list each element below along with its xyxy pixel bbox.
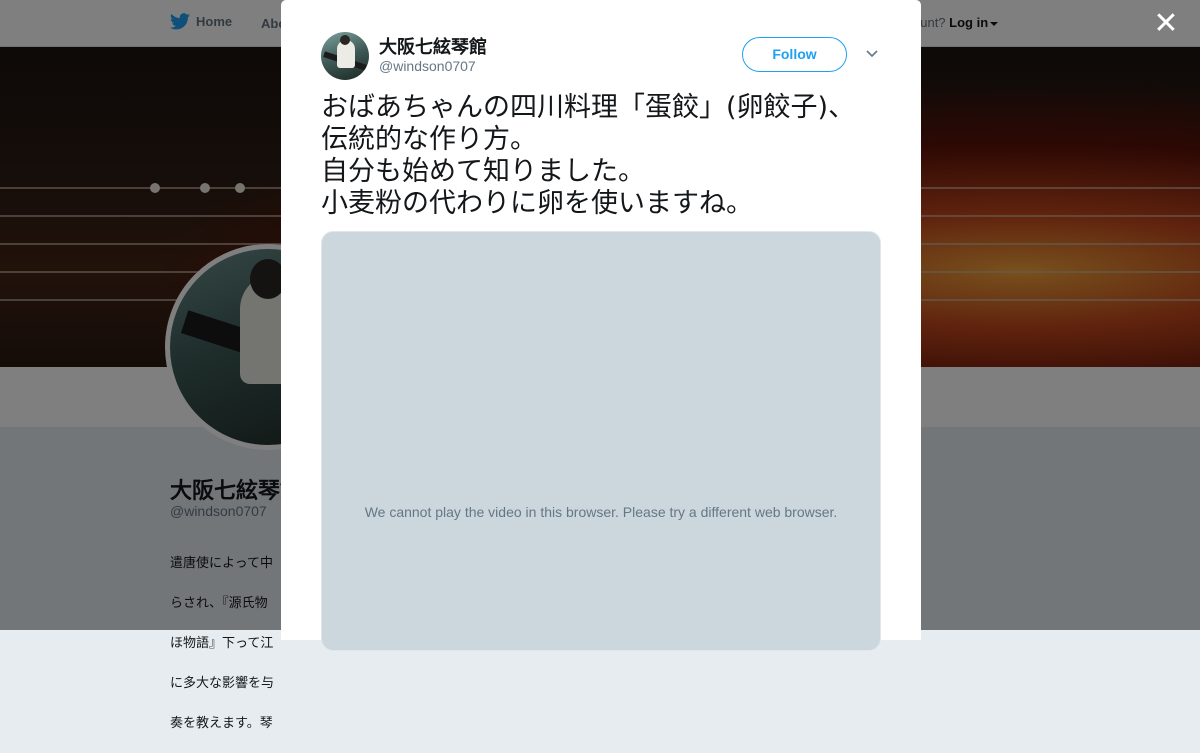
tweet-text-line: 伝統的な作り方。 [321, 124, 537, 155]
tweet-author-handle[interactable]: @windson0707 [379, 58, 476, 74]
tweet-author-name[interactable]: 大阪七絃琴館 [379, 33, 487, 59]
bio-line: 奏を教えます。琴 [170, 715, 273, 730]
video-player[interactable]: We cannot play the video in this browser… [321, 231, 881, 651]
follow-button[interactable]: Follow [742, 37, 847, 72]
bio-line: ほ物語』下って江 [170, 635, 274, 650]
tweet-text: おばあちゃんの四川料理「蛋餃」(卵餃子)、 伝統的な作り方。 自分も始めて知りま… [321, 92, 881, 220]
bio-line: に多大な影響を与 [170, 675, 275, 690]
close-icon[interactable]: ✕ [1152, 9, 1180, 39]
tweet-text-line: 自分も始めて知りました。 [321, 156, 645, 187]
tweet-text-line: 小麦粉の代わりに卵を使いますね。 [321, 188, 753, 219]
tweet-text-line: おばあちゃんの四川料理「蛋餃」(卵餃子)、 [321, 92, 856, 123]
tweet-avatar[interactable] [321, 32, 369, 80]
tweet-modal: 大阪七絃琴館 @windson0707 Follow おばあちゃんの四川料理「蛋… [281, 0, 921, 651]
video-error-message: We cannot play the video in this browser… [364, 504, 838, 520]
chevron-down-icon[interactable] [865, 46, 879, 60]
